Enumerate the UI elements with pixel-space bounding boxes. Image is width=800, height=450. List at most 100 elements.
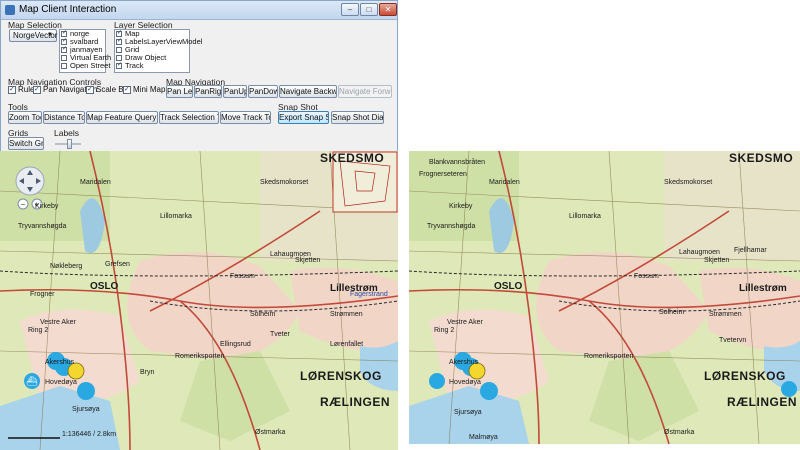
map-place-label: Fjellhamar — [734, 247, 767, 254]
pan-right-button[interactable]: PanRight — [194, 85, 222, 98]
checkbox[interactable] — [86, 85, 94, 95]
map-place-label: Skedsmokorset — [260, 179, 309, 186]
map-place-label: Akershus — [449, 359, 479, 366]
chevron-down-icon: ▼ — [47, 32, 53, 38]
pan-left-button[interactable]: Pan Left — [166, 85, 193, 98]
switch-grid-button[interactable]: Switch Grid — [8, 137, 44, 150]
map-place-label: RÆLINGEN — [727, 395, 797, 409]
checkbox[interactable] — [116, 39, 122, 45]
map-place-label: RÆLINGEN — [320, 395, 390, 409]
map-place-label: LØRENSKOG — [300, 369, 382, 383]
map-place-label: Malmøya — [469, 434, 498, 441]
snapshot-map-view: Blankvannsbråten Maridalen SKEDSMO Skedsmok… — [409, 151, 800, 444]
checkbox[interactable] — [33, 85, 41, 95]
map-place-label: OSLO — [90, 281, 119, 292]
checkbox[interactable] — [8, 85, 16, 95]
ship-icon[interactable]: ⛴ — [24, 373, 40, 389]
checkbox[interactable] — [61, 55, 67, 61]
move-track-tool-button[interactable]: Move Track Tool — [220, 111, 271, 124]
snapshot-dialog-button[interactable]: Snap Shot Dialog — [331, 111, 384, 124]
map-place-label: Frognerseteren — [419, 171, 467, 178]
track-selection-tool-button[interactable]: Track Selection Tool — [159, 111, 219, 124]
map-place-label: Kirkeby — [35, 203, 59, 210]
map-place-label: Skedsmokorset — [664, 179, 713, 186]
map-place-label: Romeriksporten — [584, 353, 634, 360]
map-place-label: Grefsen — [105, 261, 130, 268]
map-place-label: Tveter — [270, 331, 290, 338]
distance-tool-button[interactable]: Distance Tool — [43, 111, 85, 124]
scale-bar-label: 1:136446 / 2.8km — [62, 431, 117, 438]
export-snapshot-button[interactable]: Export Snap Shot — [278, 111, 329, 124]
map-place-label: Ring 2 — [434, 327, 455, 334]
nav-control-label: Mini Map — [133, 85, 166, 94]
map-place-label: Akershus — [45, 359, 75, 366]
slider-thumb[interactable] — [67, 139, 72, 149]
map-place-label: Sjursøya — [72, 406, 100, 413]
close-button[interactable]: ✕ — [379, 3, 397, 16]
map-place-label: Vestre Aker — [447, 319, 483, 326]
nav-control-checkbox[interactable]: Mini Map — [123, 85, 165, 95]
map-place-label: Maridalen — [80, 179, 111, 186]
map-place-label: Hovedøya — [45, 379, 77, 386]
zoom-tool-button[interactable]: Zoom Tool — [8, 111, 42, 124]
map-place-label: Lillomarka — [160, 213, 192, 220]
map-place-label: Ring 2 — [28, 327, 49, 334]
pan-down-button[interactable]: PanDown — [248, 85, 278, 98]
checkbox[interactable] — [61, 31, 67, 37]
maximize-button[interactable]: □ — [360, 3, 378, 16]
map-place-label: Solheim — [659, 309, 685, 316]
map-place-label: Sjursøya — [454, 409, 482, 416]
layer-list-item-label: Track — [125, 61, 144, 70]
zoom-out-button[interactable] — [18, 199, 28, 209]
map-place-label: Maridalen — [489, 179, 520, 186]
map-place-label: Solheim — [250, 311, 276, 318]
checkbox[interactable] — [116, 55, 122, 61]
pan-navigation-control[interactable] — [16, 165, 44, 193]
map-place-label: SKEDSMO — [729, 151, 794, 165]
layer-list-item[interactable]: Track — [115, 62, 189, 70]
title-bar: Map Client Interaction – □ ✕ — [1, 1, 397, 20]
map-place-label: Østmarka — [255, 429, 286, 436]
map-place-label: Østmarka — [664, 429, 695, 436]
map-place-label: OSLO — [494, 281, 523, 292]
checkbox[interactable] — [61, 39, 67, 45]
map-feature-query-tool-button[interactable]: Map Feature Query Tool — [86, 111, 158, 124]
checkbox[interactable] — [61, 63, 67, 69]
map-place-label: Fossum — [634, 273, 659, 280]
map-place-label: Strømmen — [330, 311, 363, 318]
checkbox[interactable] — [116, 31, 122, 37]
map-place-label: Blankvannsbråten — [429, 159, 486, 166]
map-place-label: Tryvannshøgda — [18, 223, 67, 230]
map-place-label: Lillomarka — [569, 213, 601, 220]
pan-up-button[interactable]: PanUp — [223, 85, 247, 98]
checkbox[interactable] — [116, 63, 122, 69]
checkbox[interactable] — [123, 85, 131, 95]
map-place-label: Bryn — [140, 369, 155, 376]
map-selection-combo[interactable]: NorgeVector ▼ — [9, 29, 57, 42]
navigate-forward-button[interactable]: Navigate Forward — [338, 85, 392, 98]
map-place-label: Tryvannshøgda — [427, 223, 476, 230]
minimize-button[interactable]: – — [341, 3, 359, 16]
map-place-label: Fossum — [230, 273, 255, 280]
labels-slider[interactable] — [55, 139, 81, 149]
checkbox[interactable] — [61, 47, 67, 53]
labels-label: Labels — [54, 128, 80, 138]
window-title: Map Client Interaction — [19, 4, 117, 15]
map-place-label: Romeriksporten — [175, 353, 225, 360]
map-place-label: Lillestrøm — [739, 283, 787, 294]
layer-list: MapLabelsLayerViewModelGridDraw ObjectTr… — [114, 29, 202, 73]
map-place-label: Vestre Aker — [40, 319, 76, 326]
map-place-label: Kirkeby — [449, 203, 473, 210]
map-list: norgesvalbardjanmayenVirtual EarthOpen S… — [59, 29, 111, 73]
checkbox[interactable] — [116, 47, 122, 53]
map-view[interactable]: − + ⛴ 1:136446 / 2.8km SKEDSMO Maridalen S… — [0, 151, 398, 450]
map-place-label: Lahaugmoen — [679, 249, 720, 256]
map-place-label: Hovedøya — [449, 379, 481, 386]
map-place-label: Lørenfallet — [330, 341, 364, 348]
map-place-label: Strømmen — [709, 311, 742, 318]
navigate-backward-button[interactable]: Navigate Backward — [279, 85, 337, 98]
map-place-label: Skjetten — [295, 257, 321, 264]
map-place-label: LØRENSKOG — [704, 369, 786, 383]
map-list-item[interactable]: Open Street — [60, 62, 110, 70]
map-place-label: SKEDSMO — [320, 151, 385, 165]
